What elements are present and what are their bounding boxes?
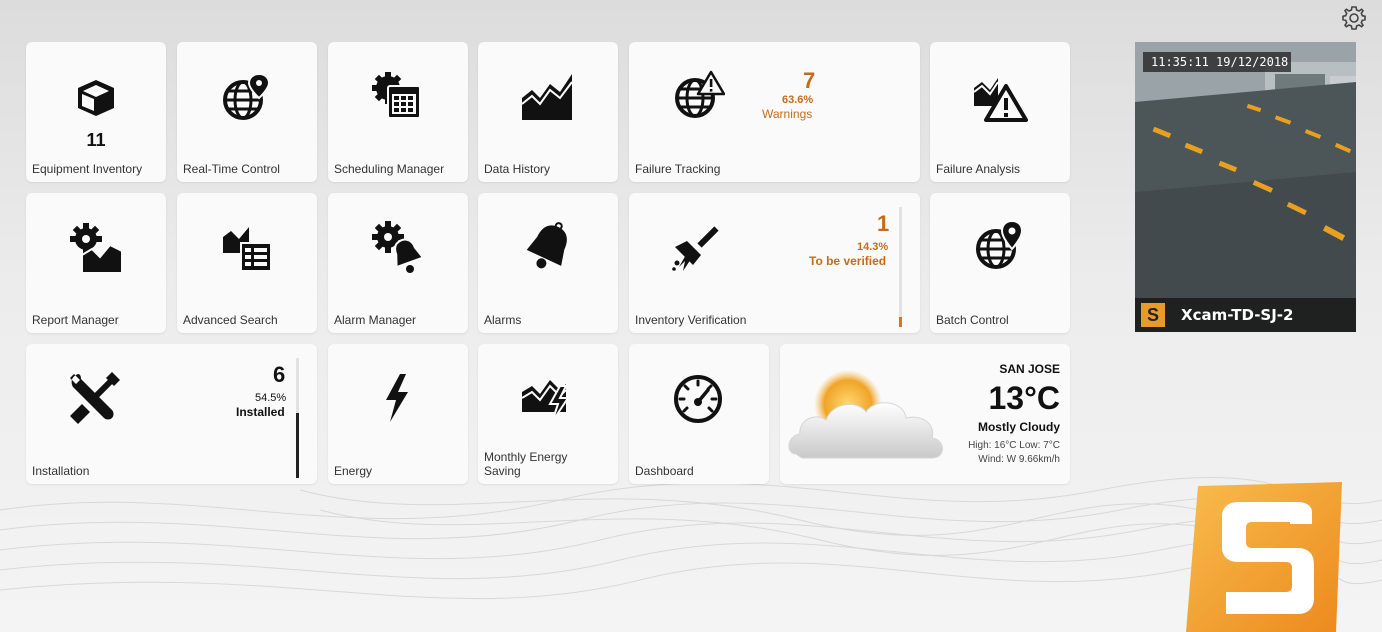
installed-count: 6 (273, 362, 286, 387)
tile-label: Equipment Inventory (32, 162, 143, 176)
broom-icon (672, 226, 719, 271)
weather-condition: Mostly Cloudy (977, 420, 1060, 434)
tile-label: Failure Tracking (635, 162, 721, 176)
installed-percent: 54.5% (255, 392, 287, 404)
verification-count: 1 (877, 211, 890, 236)
globe-pin-icon (976, 219, 1024, 269)
tile-advanced-search[interactable]: Advanced Search (177, 193, 317, 333)
warnings-percent: 63.6% (782, 94, 814, 106)
gear-calendar-icon (372, 72, 421, 119)
tile-label: Energy (334, 464, 373, 478)
weather-temperature: 13°C (988, 380, 1061, 416)
chart-table-icon (223, 227, 272, 272)
camera-timestamp: 11:35:11 19/12/2018 (1143, 52, 1291, 72)
background-waves (0, 476, 1382, 600)
box-icon (78, 80, 114, 116)
tile-failure-tracking[interactable]: 7 63.6% Warnings Failure Tracking (629, 42, 920, 182)
gear-chart-icon (70, 223, 123, 274)
chart-warning-icon (973, 78, 1028, 122)
tile-label: Failure Analysis (936, 162, 1021, 176)
tile-label: Data History (484, 162, 551, 176)
tile-energy[interactable]: Energy (328, 344, 468, 484)
tile-alarms[interactable]: Alarms (478, 193, 618, 333)
s-logo (1186, 482, 1342, 632)
verification-percent: 14.3% (857, 241, 889, 253)
globe-pin-icon (223, 72, 271, 120)
verification-label: To be verified (809, 254, 887, 268)
bell-icon (526, 222, 567, 269)
weather-widget[interactable]: SAN JOSE 13°C Mostly Cloudy High: 16°C L… (780, 344, 1070, 484)
installation-progress-bar (296, 358, 299, 478)
camera-logo-badge: S (1141, 303, 1165, 327)
weather-city: SAN JOSE (999, 362, 1060, 376)
equipment-count: 11 (86, 130, 106, 150)
tile-real-time-control[interactable]: Real-Time Control (177, 42, 317, 182)
tile-installation[interactable]: 6 54.5% Installed Installation (26, 344, 317, 484)
tile-label: Advanced Search (183, 313, 278, 327)
tile-data-history[interactable]: Data History (478, 42, 618, 182)
tile-inventory-verification[interactable]: 1 14.3% To be verified Inventory Verific… (629, 193, 920, 333)
area-chart-icon (521, 74, 573, 120)
tile-equipment-inventory[interactable]: 11 Equipment Inventory (26, 42, 166, 182)
gear-icon[interactable] (1340, 4, 1368, 32)
installed-label: Installed (236, 405, 285, 419)
tile-label: Alarm Manager (334, 313, 417, 327)
camera-caption: S Xcam-TD-SJ-2 (1135, 298, 1356, 332)
gear-bell-icon (372, 221, 425, 273)
tile-label: Report Manager (32, 313, 119, 327)
tile-dashboard[interactable]: Dashboard (629, 344, 769, 484)
tile-alarm-manager[interactable]: Alarm Manager (328, 193, 468, 333)
tile-label: Scheduling Manager (334, 162, 445, 176)
tile-monthly-energy-saving[interactable]: Monthly Energy Saving (478, 344, 618, 484)
tile-label: Real-Time Control (183, 162, 280, 176)
weather-wind: Wind: W 9.66km/h (978, 454, 1060, 465)
globe-warning-icon (675, 70, 725, 118)
tile-label: Installation (32, 464, 90, 478)
tile-label: Inventory Verification (635, 313, 747, 327)
tile-failure-analysis[interactable]: Failure Analysis (930, 42, 1070, 182)
camera-name: Xcam-TD-SJ-2 (1181, 306, 1294, 324)
tile-label-line1: Monthly Energy (484, 450, 568, 464)
tile-label: Alarms (484, 313, 522, 327)
tile-label-line2: Saving (484, 464, 521, 478)
warnings-count: 7 (803, 68, 816, 93)
tile-batch-control[interactable]: Batch Control (930, 193, 1070, 333)
lightning-icon (386, 374, 408, 422)
tools-icon (70, 372, 120, 424)
verification-progress-bar (899, 207, 902, 327)
tile-label: Dashboard (635, 464, 694, 478)
speedometer-icon (674, 375, 722, 423)
camera-image (1135, 42, 1356, 332)
tile-label: Batch Control (936, 313, 1009, 327)
chart-lightning-icon (521, 380, 570, 423)
weather-high-low: High: 16°C Low: 7°C (968, 440, 1060, 451)
tile-label: Monthly Energy Saving (484, 450, 567, 478)
verification-progress-fill (899, 317, 902, 327)
installation-progress-fill (296, 412, 299, 478)
camera-feed[interactable]: 11:35:11 19/12/2018 S Xcam-TD-SJ-2 (1135, 42, 1356, 332)
partly-cloudy-icon (788, 370, 943, 459)
warnings-label: Warnings (762, 107, 813, 121)
tile-scheduling-manager[interactable]: Scheduling Manager (328, 42, 468, 182)
tile-report-manager[interactable]: Report Manager (26, 193, 166, 333)
